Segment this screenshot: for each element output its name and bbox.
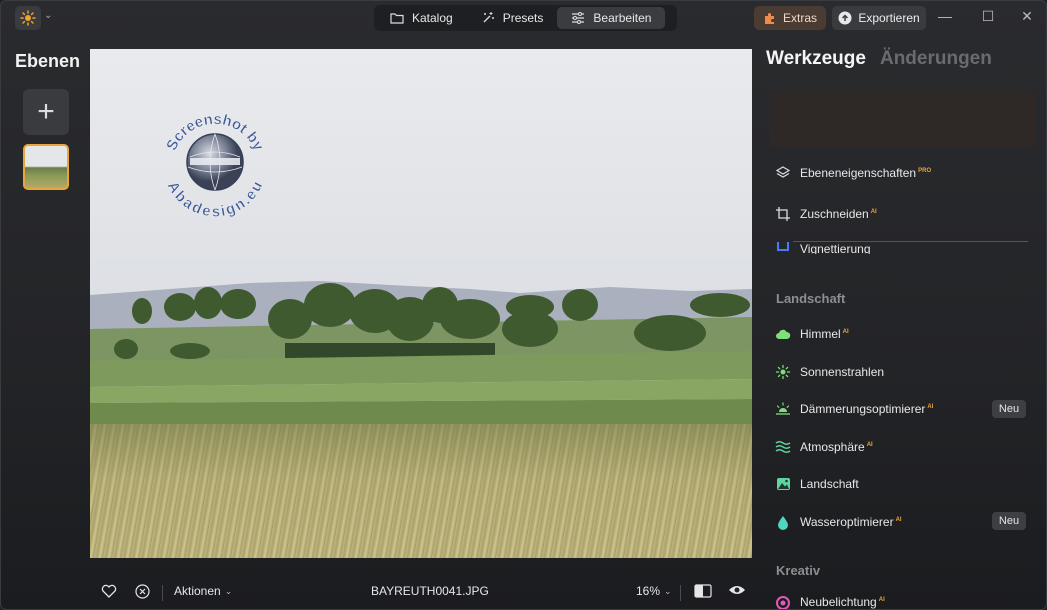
tab-aenderungen[interactable]: Änderungen <box>880 48 992 70</box>
heart-icon <box>101 584 117 598</box>
maximize-icon[interactable]: ☐ <box>978 8 998 25</box>
main-nav: Katalog Presets Bearbeiten <box>374 5 677 31</box>
compare-button[interactable] <box>694 584 712 598</box>
sun-logo-icon <box>20 10 36 26</box>
water-drop-icon <box>775 514 791 530</box>
tool-atmosphere[interactable]: Atmosphäre AI <box>775 437 873 457</box>
export-label: Exportieren <box>858 11 920 25</box>
tool-label: Neubelichtung <box>800 595 877 609</box>
ai-badge: AI <box>895 517 902 523</box>
tool-label: Sonnenstrahlen <box>800 365 885 379</box>
tools-panel: Werkzeuge Änderungen Ebeneneigenschaften… <box>753 35 1046 609</box>
bottom-toolbar: Aktionen ⌄ BAYREUTH0041.JPG 16% ⌄ <box>90 579 752 607</box>
promo-banner[interactable] <box>769 89 1036 147</box>
cloud-icon <box>775 326 791 342</box>
section-landscape: Landschaft <box>776 291 846 306</box>
split-view-icon <box>694 584 712 598</box>
tool-label: Vignettierung <box>800 242 871 254</box>
tool-layer-properties[interactable]: Ebeneneigenschaften PRO <box>775 163 931 183</box>
ai-badge: AI <box>927 404 934 410</box>
zoom-value: 16% <box>636 584 661 598</box>
chevron-down-icon: ⌄ <box>224 585 233 596</box>
close-icon[interactable]: ✕ <box>1017 8 1037 25</box>
tab-bearbeiten-label: Bearbeiten <box>593 11 652 25</box>
ai-badge: AI <box>878 597 885 603</box>
filename-label: BAYREUTH0041.JPG <box>371 584 489 598</box>
image-canvas[interactable]: Screenshot by Abadesign.eu <box>90 49 752 558</box>
vignette-icon <box>775 240 791 254</box>
layers-title: Ebenen <box>15 51 81 71</box>
tool-water-optimizer[interactable]: Wasseroptimierer AI <box>775 512 902 532</box>
layer-thumbnail[interactable] <box>23 144 69 190</box>
actions-menu[interactable]: Aktionen ⌄ <box>174 584 232 598</box>
tool-label: Zuschneiden <box>800 207 869 221</box>
ai-badge: AI <box>866 442 873 448</box>
zoom-dropdown[interactable]: 16% ⌄ <box>636 584 672 598</box>
tab-katalog[interactable]: Katalog <box>376 7 467 29</box>
tool-label: Dämmerungsoptimierer <box>800 402 926 416</box>
upload-circle-icon <box>838 11 852 25</box>
reject-button[interactable] <box>135 584 150 599</box>
tool-label: Atmosphäre <box>800 440 865 454</box>
chevron-down-icon: ⌄ <box>664 585 672 596</box>
actions-label: Aktionen <box>174 584 221 598</box>
crop-icon <box>775 206 791 222</box>
tool-label: Himmel <box>800 327 841 341</box>
section-creative: Kreativ <box>776 563 821 578</box>
tool-sunset-optimizer[interactable]: Dämmerungsoptimierer AI <box>775 399 933 419</box>
landscape-icon <box>775 476 791 492</box>
ai-badge: AI <box>842 329 849 335</box>
minimize-icon[interactable]: — <box>935 8 955 24</box>
pro-badge: PRO <box>918 168 932 174</box>
panel-tabs: Werkzeuge Änderungen <box>766 48 992 70</box>
tool-label: Landschaft <box>800 477 859 491</box>
app-window: ⌄ Katalog Presets Bearbeiten Extras Expo… <box>0 0 1047 610</box>
tool-vignette[interactable]: Vignettierung <box>775 240 871 254</box>
new-badge: Neu <box>992 512 1026 530</box>
new-badge: Neu <box>992 400 1026 418</box>
chevron-down-icon[interactable]: ⌄ <box>44 10 52 21</box>
extras-button[interactable]: Extras <box>754 6 826 30</box>
tool-sun-rays[interactable]: Sonnenstrahlen <box>775 362 884 382</box>
preview-toggle[interactable] <box>728 584 746 596</box>
tool-relight[interactable]: Neubelichtung AI <box>775 595 885 609</box>
puzzle-icon <box>764 13 774 24</box>
tab-bearbeiten[interactable]: Bearbeiten <box>557 7 666 29</box>
sun-rays-icon <box>775 364 791 380</box>
extras-label: Extras <box>782 11 817 25</box>
tool-label: Wasseroptimierer <box>800 515 894 529</box>
tool-sky[interactable]: Himmel AI <box>775 324 849 344</box>
favorite-button[interactable] <box>101 584 117 598</box>
tab-presets-label: Presets <box>502 11 544 25</box>
watermark-seal: Screenshot by Abadesign.eu <box>160 107 270 221</box>
sliders-icon <box>572 12 585 24</box>
relight-icon <box>775 595 791 609</box>
waves-icon <box>775 439 791 455</box>
circle-x-icon <box>135 584 150 599</box>
sparkle-wand-icon <box>483 12 494 23</box>
tool-landscape[interactable]: Landschaft <box>775 474 859 494</box>
tab-presets[interactable]: Presets <box>467 7 558 29</box>
tab-werkzeuge[interactable]: Werkzeuge <box>766 48 866 70</box>
sunset-icon <box>775 401 791 417</box>
tool-label: Ebeneneigenschaften <box>800 166 917 180</box>
plus-icon: + <box>37 95 55 128</box>
title-bar: ⌄ Katalog Presets Bearbeiten Extras Expo… <box>1 1 1046 35</box>
eye-icon <box>729 586 745 594</box>
add-layer-button[interactable]: + <box>23 89 69 135</box>
tab-katalog-label: Katalog <box>412 11 453 25</box>
folder-icon <box>390 13 404 24</box>
ai-badge: AI <box>870 209 877 215</box>
tool-crop[interactable]: Zuschneiden AI <box>775 204 877 224</box>
app-menu-button[interactable] <box>15 6 41 30</box>
export-button[interactable]: Exportieren <box>832 6 926 30</box>
layers-icon <box>775 165 791 181</box>
